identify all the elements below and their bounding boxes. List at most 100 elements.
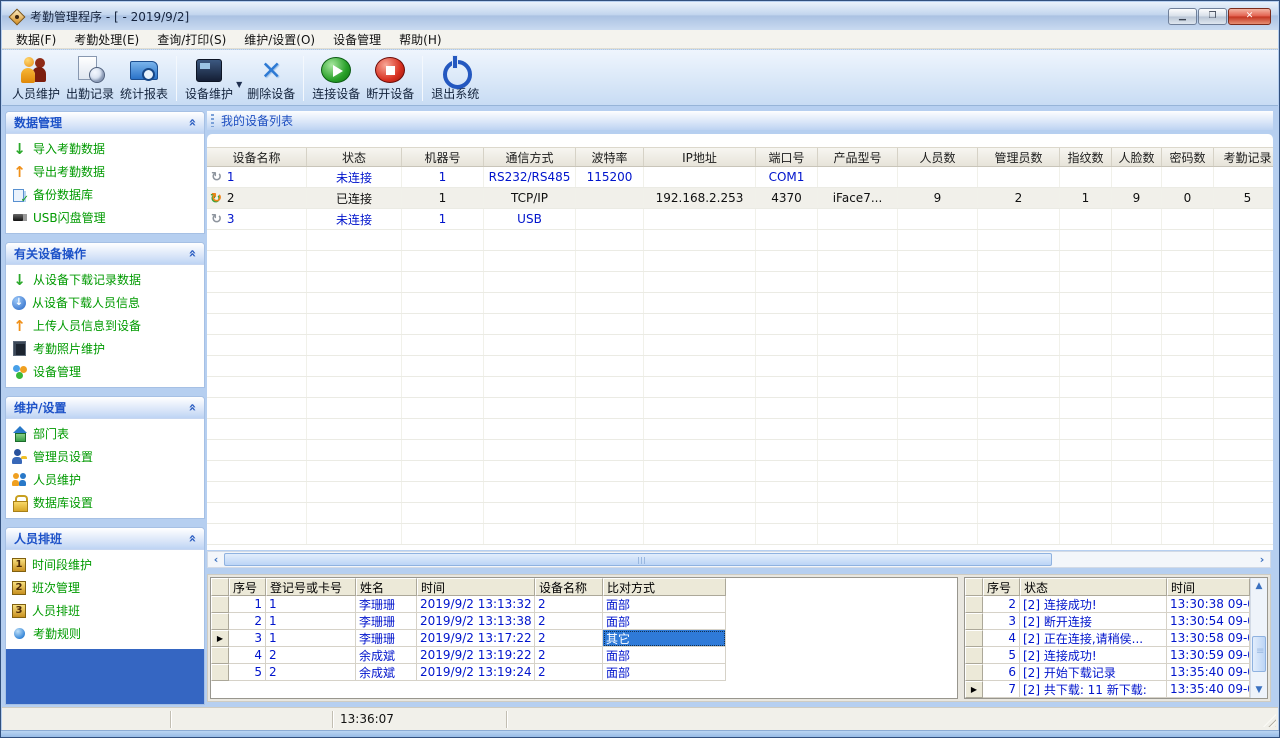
table-cell[interactable]: 2019/9/2 13:17:22 [417,630,535,647]
horizontal-scrollbar[interactable]: ‹ › [207,551,1271,568]
table-cell[interactable]: 1 [266,613,356,630]
table-cell[interactable]: 6 [983,664,1020,681]
table-row[interactable]: 5[2] 连接成功!13:30:59 09-0 [965,647,1250,664]
table-cell[interactable]: 13:35:40 09-0 [1167,681,1250,698]
table-cell[interactable]: 13:35:40 09-0 [1167,664,1250,681]
table-cell[interactable]: 5 [1214,188,1273,208]
table-cell[interactable]: 2 [229,613,266,630]
table-cell[interactable]: RS232/RS485 [484,167,576,187]
table-cell[interactable]: 4 [983,630,1020,647]
sidebar-item-arrow-up-orange[interactable]: 上传人员信息到设备 [9,314,204,337]
row-header-cell[interactable]: ▶ [965,681,983,698]
sidebar-section-header[interactable]: 数据管理« [6,112,204,134]
table-row[interactable]: 11李珊珊2019/9/2 13:13:322面部 [211,596,957,613]
table-cell[interactable]: [2] 断开连接 [1020,613,1167,630]
table-cell[interactable] [644,167,756,187]
table-cell[interactable]: 李珊珊 [356,630,417,647]
toolbar-button-connect-play[interactable]: 连接设备 [309,54,363,103]
column-header-序号[interactable]: 序号 [983,578,1020,596]
table-row[interactable]: 6[2] 开始下载记录13:35:40 09-0 [965,664,1250,681]
table-cell[interactable] [1162,209,1214,229]
table-row[interactable]: 21李珊珊2019/9/2 13:13:382面部 [211,613,957,630]
table-cell[interactable]: [2] 开始下载记录 [1020,664,1167,681]
table-row[interactable]: 42余成斌2019/9/2 13:19:222面部 [211,647,957,664]
sidebar-item-arrow-down-green[interactable]: 从设备下载记录数据 [9,268,204,291]
table-cell[interactable]: 2 [266,664,356,681]
table-row[interactable]: 3[2] 断开连接13:30:54 09-0 [965,613,1250,630]
column-header-状态[interactable]: 状态 [1020,578,1167,596]
table-cell[interactable]: 1 [266,596,356,613]
table-cell[interactable]: ↻2 [207,188,307,208]
table-cell[interactable]: 余成斌 [356,647,417,664]
table-cell[interactable]: 2 [266,647,356,664]
table-cell[interactable]: 面部 [603,596,726,613]
sidebar-item-devices-balls[interactable]: 设备管理 [9,360,204,383]
table-cell[interactable] [818,209,898,229]
table-cell[interactable]: 2 [535,630,603,647]
table-cell[interactable]: 9 [1112,188,1162,208]
table-cell[interactable]: 面部 [603,664,726,681]
device-list-panel-header[interactable]: 我的设备列表 [207,111,1273,130]
row-header-cell[interactable] [965,596,983,613]
toolbar-button-people[interactable]: 人员维护 [9,54,63,103]
dropdown-arrow-icon[interactable]: ▼ [236,80,242,89]
row-header-cell[interactable] [965,664,983,681]
scroll-left-icon[interactable]: ‹ [208,553,224,566]
sidebar-item-num2[interactable]: 2班次管理 [9,576,204,599]
table-cell[interactable]: 5 [983,647,1020,664]
log-vertical-scrollbar[interactable]: ▲ ▼ [1250,578,1267,698]
table-cell[interactable]: 2 [535,664,603,681]
table-cell[interactable]: 未连接 [307,209,402,229]
menu-item-3[interactable]: 维护/设置(O) [235,29,324,50]
table-cell[interactable]: 面部 [603,613,726,630]
table-cell[interactable]: COM1 [756,167,818,187]
table-cell[interactable]: [2] 连接成功! [1020,647,1167,664]
row-header-cell[interactable] [965,613,983,630]
column-header-设备名称[interactable]: 设备名称 [535,578,603,596]
row-header-cell[interactable] [211,664,229,681]
sidebar-item-usb-drive[interactable]: USB闪盘管理 [9,206,204,229]
toolbar-button-power[interactable]: 退出系统 [428,54,482,103]
table-cell[interactable]: 1 [266,630,356,647]
collapse-chevron-icon[interactable]: « [184,534,199,542]
column-header-比对方式[interactable]: 比对方式 [603,578,726,596]
table-cell[interactable]: 2 [978,188,1060,208]
column-header-通信方式[interactable]: 通信方式 [484,148,576,166]
table-cell[interactable] [1214,209,1273,229]
toolbar-button-report-folder[interactable]: 统计报表 [117,54,171,103]
menu-item-2[interactable]: 查询/打印(S) [148,29,235,50]
table-cell[interactable]: 13:30:59 09-0 [1167,647,1250,664]
row-header-cell[interactable] [211,596,229,613]
table-cell[interactable]: 13:30:38 09-0 [1167,596,1250,613]
sidebar-item-arrow-up-orange[interactable]: 导出考勤数据 [9,160,204,183]
table-cell[interactable]: USB [484,209,576,229]
row-header-cell[interactable] [211,647,229,664]
table-cell[interactable]: 3 [229,630,266,647]
column-header-登记号或卡号[interactable]: 登记号或卡号 [266,578,356,596]
table-cell[interactable]: iFace7... [818,188,898,208]
column-header-指纹数[interactable]: 指纹数 [1060,148,1112,166]
minimize-button[interactable]: ▁ [1168,8,1197,25]
table-cell[interactable] [898,167,978,187]
table-cell[interactable] [1112,167,1162,187]
column-header-人员数[interactable]: 人员数 [898,148,978,166]
collapse-chevron-icon[interactable]: « [184,403,199,411]
row-header-cell[interactable] [211,613,229,630]
table-cell[interactable]: 1 [1060,188,1112,208]
sidebar-section-header[interactable]: 有关设备操作« [6,243,204,265]
table-cell[interactable] [756,209,818,229]
table-cell[interactable]: 2 [535,596,603,613]
column-header-IP地址[interactable]: IP地址 [644,148,756,166]
sidebar-item-db-lock[interactable]: 数据库设置 [9,491,204,514]
column-header-端口号[interactable]: 端口号 [756,148,818,166]
table-cell[interactable]: 5 [229,664,266,681]
column-header-人脸数[interactable]: 人脸数 [1112,148,1162,166]
table-cell[interactable]: 1 [229,596,266,613]
table-cell[interactable]: [2] 共下载: 11 新下载: [1020,681,1167,698]
table-cell[interactable]: 李珊珊 [356,596,417,613]
table-row[interactable]: ↻2已连接1TCP/IP192.168.2.2534370iFace7...92… [207,188,1273,209]
table-cell[interactable]: 已连接 [307,188,402,208]
table-cell[interactable]: 2019/9/2 13:13:38 [417,613,535,630]
column-header-密码数[interactable]: 密码数 [1162,148,1214,166]
column-header-机器号[interactable]: 机器号 [402,148,484,166]
